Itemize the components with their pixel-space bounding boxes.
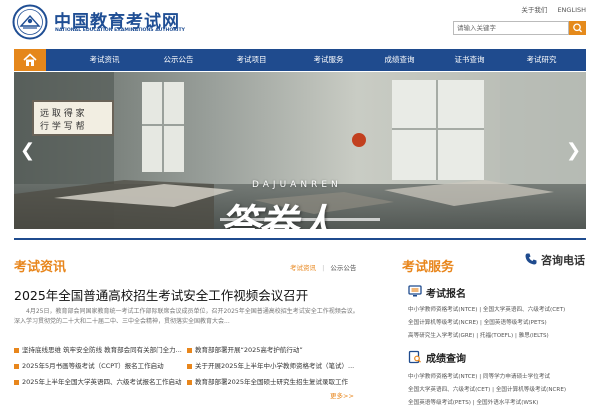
nav-item-announcements[interactable]: 公示公告 [141,49,216,71]
carousel-next-arrow[interactable]: ❯ [566,142,581,160]
carousel-prev-arrow[interactable]: ❮ [20,142,35,160]
news-summary: 4月25日，教育部会同国家教育统一考试工作部际联席会议成员单位，召开2025年全… [14,308,359,325]
banner-subtitle: DAJUANREN [252,180,342,190]
news-section-title: 考试资讯 [14,260,67,275]
service-section-title: 考试服务 [402,260,455,275]
nav-item-certificate-query[interactable]: 证书查询 [432,49,507,71]
registration-link[interactable]: 高等研究生入学考试(GRE) | 托福(TOEFL) | 雅思(IELTS) [408,331,549,339]
registration-link[interactable]: 中小学教师资格考试(NTCE) | 全国大学英语四、六级考试(CET) [408,305,565,313]
site-header: 中国教育考试网 NATIONAL EDUCATION EXAMINATIONS … [0,0,600,46]
tab-exam-news[interactable]: 考试资讯 [290,264,316,272]
monitor-icon [408,285,422,297]
svg-text:行 学 写 帮: 行 学 写 帮 [40,120,85,132]
more-news-link[interactable]: 更多>> [330,390,354,400]
bullet-icon [14,347,19,353]
nav-item-exam-research[interactable]: 考试研究 [504,49,579,71]
nav-item-exam-news[interactable]: 考试资讯 [67,49,142,71]
nav-item-exam-services[interactable]: 考试服务 [291,49,366,71]
score-link[interactable]: 全国大学英语四、六级考试(CET) | 全国计算机等级考试(NCRE) [408,385,566,393]
section-divider [14,238,586,240]
nav-item-exam-projects[interactable]: 考试项目 [214,49,289,71]
neea-logo-icon[interactable] [12,4,48,40]
news-item[interactable]: 2025年5月书画等级考试（CCPT）报名工作启动 [14,360,164,370]
registration-link[interactable]: 全国计算机等级考试(NCRE) | 全国英语等级考试(PETS) [408,318,547,326]
scores-title[interactable]: 成绩查询 [426,350,466,365]
score-link[interactable]: 全国英语等级考试(PETS) | 全国外语水平考试(WSK) [408,398,538,406]
news-headline[interactable]: 2025年全国普通高校招生考试安全工作视频会议召开 [14,285,308,304]
search-button[interactable] [569,21,586,35]
nav-item-score-query[interactable]: 成绩查询 [362,49,437,71]
banner-title: 答卷人 [220,201,336,229]
phone-icon [525,253,537,265]
tab-announcements[interactable]: 公示公告 [330,264,356,272]
top-links: 关于我们 ENGLISH [513,4,586,14]
bullet-icon [14,363,19,369]
bullet-icon [187,363,192,369]
score-link[interactable]: 中小学教师资格考试(NTCE) | 同等学力申请硕士学位考试 [408,372,550,380]
home-icon [23,53,37,66]
news-tabs: 考试资讯 | 公示公告 [290,262,356,272]
search-doc-icon [408,350,421,364]
nav-home[interactable] [14,49,46,71]
bullet-icon [187,347,192,353]
news-item[interactable]: 教育部部署开展“2025高考护航行动” [187,344,303,354]
main-nav: 考试资讯 公示公告 考试项目 考试服务 成绩查询 证书查询 考试研究 [14,49,586,71]
svg-text:远 取 得 家: 远 取 得 家 [40,107,85,119]
hero-carousel[interactable]: 远 取 得 家 行 学 写 帮 答卷人 DAJUANREN ❮ ❯ [14,72,586,229]
registration-title[interactable]: 考试报名 [426,285,466,300]
site-name-english: NATIONAL EDUCATION EXAMINATIONS AUTHORIT… [55,28,185,33]
bullet-icon [187,379,192,385]
tab-separator: | [322,264,325,272]
search-input[interactable] [453,21,569,35]
news-item[interactable]: 2025年上半年全国大学英语四、六级考试报名工作启动 [14,376,182,386]
news-item[interactable]: 坚持底线思维 筑牢安全防线 教育部会同有关部门全力... [14,344,182,354]
english-link[interactable]: ENGLISH [557,6,586,14]
consult-phone-link[interactable]: 咨询电话 [541,252,585,268]
about-link[interactable]: 关于我们 [521,6,547,14]
bullet-icon [14,379,19,385]
news-item[interactable]: 关于开展2025年上半年中小学教师资格考试（笔试）... [187,360,354,370]
news-item[interactable]: 教育部部署2025年全国硕士研究生招生复试录取工作 [187,376,348,386]
search-icon [573,23,583,33]
